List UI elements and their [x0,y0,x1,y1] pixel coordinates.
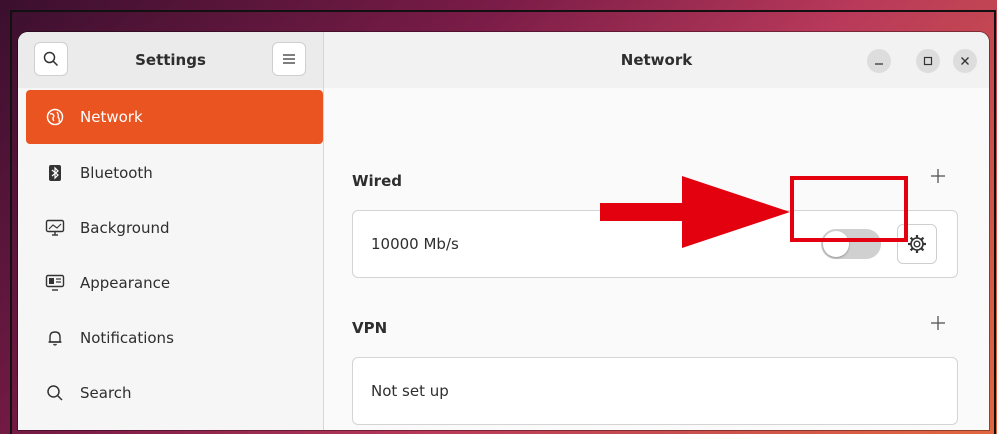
monitor-icon [44,219,66,237]
sidebar-header: Settings [18,32,324,89]
sidebar-item-notifications[interactable]: Notifications [18,311,323,365]
close-icon [961,57,969,65]
close-button[interactable] [953,49,977,73]
sidebar-title: Settings [135,51,206,69]
wired-section-label: Wired [352,172,402,190]
gear-icon [908,235,926,253]
network-panel: Wired 10000 Mb/s VPN Not set up [324,88,989,430]
vpn-section-label: VPN [352,319,388,337]
sidebar-item-bluetooth[interactable]: Bluetooth [18,146,323,200]
sidebar-item-label: Notifications [80,329,174,347]
sidebar-item-appearance[interactable]: Appearance [18,256,323,310]
main-header: Network [324,32,989,89]
sidebar-item-label: Appearance [80,274,171,292]
minimize-icon [875,63,883,65]
add-wired-button[interactable] [930,165,946,190]
sidebar-item-search[interactable]: Search [18,366,323,420]
sidebar-item-label: Background [80,219,170,237]
minimize-button[interactable] [867,49,891,73]
search-icon [44,384,66,402]
add-vpn-button[interactable] [930,312,946,337]
vpn-status: Not set up [371,382,449,400]
hamburger-menu-icon [283,54,295,64]
globe-icon [44,108,66,126]
maximize-button[interactable] [916,49,940,73]
bluetooth-icon [44,164,66,182]
maximize-icon [923,56,933,66]
menu-button[interactable] [272,42,306,76]
plus-icon [931,316,945,330]
plus-icon [931,169,945,183]
sidebar-item-label: Search [80,384,132,402]
wired-speed-label: 10000 Mb/s [371,235,459,253]
toggle-highlight-box [790,176,908,242]
annotation-arrow-icon [600,176,790,248]
sidebar-item-network[interactable]: Network [26,90,323,144]
bell-icon [44,329,66,347]
search-icon [43,51,59,67]
vpn-row: Not set up [352,357,958,425]
sidebar-item-label: Network [80,108,143,126]
sidebar-item-background[interactable]: Background [18,201,323,255]
search-button[interactable] [34,42,68,76]
sidebar: Network Bluetooth Background Appearance … [18,88,324,430]
appearance-icon [44,274,66,292]
sidebar-item-label: Bluetooth [80,164,153,182]
